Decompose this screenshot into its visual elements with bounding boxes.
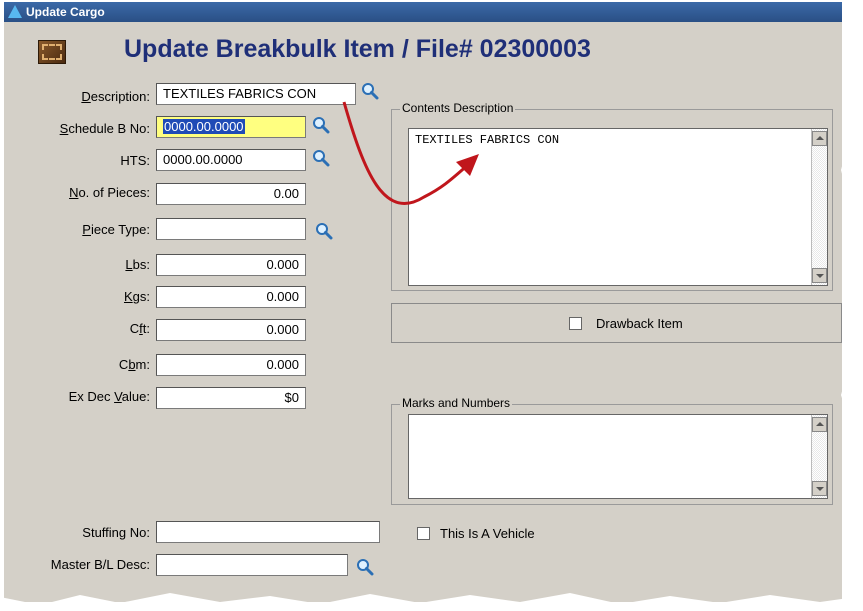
schedule-b-search-icon[interactable] <box>312 116 330 134</box>
master-bl-desc-label: Master B/L Desc: <box>50 557 150 572</box>
kgs-label: Kgs: <box>123 289 150 304</box>
description-label: Description: <box>81 89 150 104</box>
lbs-label: Lbs: <box>125 257 150 272</box>
marks-numbers-title: Marks and Numbers <box>400 396 513 410</box>
title-bar: Update Cargo <box>4 2 842 22</box>
cargo-crate-icon <box>38 40 66 64</box>
schedule-b-label: Schedule B No: <box>59 121 150 136</box>
hts-input[interactable]: 0000.00.0000 <box>156 149 306 171</box>
app-icon <box>8 5 22 18</box>
stuffing-no-label: Stuffing No: <box>82 525 150 540</box>
piece-type-search-icon[interactable] <box>315 222 333 240</box>
schedule-b-value: 0000.00.0000 <box>163 119 245 134</box>
hts-label: HTS: <box>120 153 150 168</box>
pieces-label: No. of Pieces: <box>69 185 150 200</box>
schedule-b-input[interactable]: 0000.00.0000 <box>156 116 306 138</box>
torn-bottom-edge <box>0 593 863 611</box>
cbm-label: Cbm: <box>118 357 150 372</box>
cft-input[interactable]: 0.000 <box>156 319 306 341</box>
description-input[interactable]: TEXTILES FABRICS CON <box>156 83 356 105</box>
stuffing-no-input[interactable] <box>156 521 380 543</box>
piece-type-input[interactable] <box>156 218 306 240</box>
pieces-input[interactable]: 0.00 <box>156 183 306 205</box>
master-bl-search-icon[interactable] <box>356 558 374 576</box>
drawback-label: Drawback Item <box>596 316 683 331</box>
lbs-input[interactable]: 0.000 <box>156 254 306 276</box>
window-title: Update Cargo <box>26 5 105 19</box>
vehicle-checkbox[interactable] <box>417 527 430 540</box>
cft-label: Cft: <box>129 321 150 336</box>
marks-numbers-textarea[interactable] <box>408 414 828 499</box>
master-bl-desc-input[interactable] <box>156 554 348 576</box>
torn-edge <box>823 0 863 611</box>
update-cargo-window: Update Cargo Update Breakbulk Item / Fil… <box>4 2 842 602</box>
ex-dec-value-input[interactable]: $0 <box>156 387 306 409</box>
page-title: Update Breakbulk Item / File# 02300003 <box>124 35 591 63</box>
piece-type-label: Piece Type: <box>82 222 150 237</box>
ex-dec-value-label: Ex Dec Value: <box>68 389 150 404</box>
hts-search-icon[interactable] <box>312 149 330 167</box>
cbm-input[interactable]: 0.000 <box>156 354 306 376</box>
kgs-input[interactable]: 0.000 <box>156 286 306 308</box>
drawback-checkbox[interactable] <box>569 317 582 330</box>
annotation-arrow <box>342 101 479 205</box>
vehicle-label: This Is A Vehicle <box>440 526 535 541</box>
